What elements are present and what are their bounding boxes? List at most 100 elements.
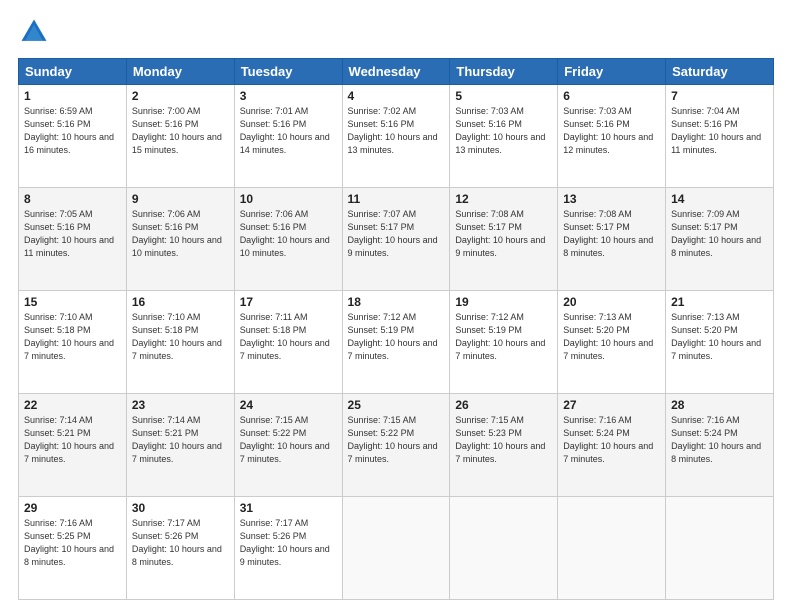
calendar-cell: 20 Sunrise: 7:13 AM Sunset: 5:20 PM Dayl… — [558, 291, 666, 394]
day-info: Sunrise: 7:10 AM Sunset: 5:18 PM Dayligh… — [24, 311, 121, 363]
day-info: Sunrise: 7:14 AM Sunset: 5:21 PM Dayligh… — [132, 414, 229, 466]
day-info: Sunrise: 7:16 AM Sunset: 5:24 PM Dayligh… — [671, 414, 768, 466]
day-number: 23 — [132, 398, 229, 412]
day-number: 13 — [563, 192, 660, 206]
calendar-cell: 10 Sunrise: 7:06 AM Sunset: 5:16 PM Dayl… — [234, 188, 342, 291]
calendar-cell — [666, 497, 774, 600]
day-number: 18 — [348, 295, 445, 309]
day-info: Sunrise: 7:15 AM Sunset: 5:22 PM Dayligh… — [240, 414, 337, 466]
day-number: 2 — [132, 89, 229, 103]
calendar-cell: 27 Sunrise: 7:16 AM Sunset: 5:24 PM Dayl… — [558, 394, 666, 497]
day-number: 28 — [671, 398, 768, 412]
day-info: Sunrise: 6:59 AM Sunset: 5:16 PM Dayligh… — [24, 105, 121, 157]
day-info: Sunrise: 7:09 AM Sunset: 5:17 PM Dayligh… — [671, 208, 768, 260]
day-number: 16 — [132, 295, 229, 309]
col-header-saturday: Saturday — [666, 59, 774, 85]
col-header-thursday: Thursday — [450, 59, 558, 85]
day-number: 5 — [455, 89, 552, 103]
calendar-cell — [450, 497, 558, 600]
day-info: Sunrise: 7:01 AM Sunset: 5:16 PM Dayligh… — [240, 105, 337, 157]
calendar-week-row: 8 Sunrise: 7:05 AM Sunset: 5:16 PM Dayli… — [19, 188, 774, 291]
calendar-cell: 1 Sunrise: 6:59 AM Sunset: 5:16 PM Dayli… — [19, 85, 127, 188]
calendar-cell: 14 Sunrise: 7:09 AM Sunset: 5:17 PM Dayl… — [666, 188, 774, 291]
day-info: Sunrise: 7:11 AM Sunset: 5:18 PM Dayligh… — [240, 311, 337, 363]
calendar-header-row: SundayMondayTuesdayWednesdayThursdayFrid… — [19, 59, 774, 85]
day-number: 14 — [671, 192, 768, 206]
day-info: Sunrise: 7:08 AM Sunset: 5:17 PM Dayligh… — [563, 208, 660, 260]
day-number: 20 — [563, 295, 660, 309]
calendar-cell: 21 Sunrise: 7:13 AM Sunset: 5:20 PM Dayl… — [666, 291, 774, 394]
calendar-cell: 4 Sunrise: 7:02 AM Sunset: 5:16 PM Dayli… — [342, 85, 450, 188]
day-number: 6 — [563, 89, 660, 103]
day-number: 27 — [563, 398, 660, 412]
day-info: Sunrise: 7:12 AM Sunset: 5:19 PM Dayligh… — [348, 311, 445, 363]
day-info: Sunrise: 7:06 AM Sunset: 5:16 PM Dayligh… — [240, 208, 337, 260]
day-info: Sunrise: 7:00 AM Sunset: 5:16 PM Dayligh… — [132, 105, 229, 157]
calendar-cell: 19 Sunrise: 7:12 AM Sunset: 5:19 PM Dayl… — [450, 291, 558, 394]
col-header-friday: Friday — [558, 59, 666, 85]
calendar-cell: 30 Sunrise: 7:17 AM Sunset: 5:26 PM Dayl… — [126, 497, 234, 600]
calendar-table: SundayMondayTuesdayWednesdayThursdayFrid… — [18, 58, 774, 600]
day-info: Sunrise: 7:14 AM Sunset: 5:21 PM Dayligh… — [24, 414, 121, 466]
day-number: 9 — [132, 192, 229, 206]
day-number: 15 — [24, 295, 121, 309]
day-info: Sunrise: 7:17 AM Sunset: 5:26 PM Dayligh… — [240, 517, 337, 569]
calendar-cell: 13 Sunrise: 7:08 AM Sunset: 5:17 PM Dayl… — [558, 188, 666, 291]
calendar-cell: 5 Sunrise: 7:03 AM Sunset: 5:16 PM Dayli… — [450, 85, 558, 188]
day-info: Sunrise: 7:07 AM Sunset: 5:17 PM Dayligh… — [348, 208, 445, 260]
calendar-cell: 25 Sunrise: 7:15 AM Sunset: 5:22 PM Dayl… — [342, 394, 450, 497]
calendar-week-row: 29 Sunrise: 7:16 AM Sunset: 5:25 PM Dayl… — [19, 497, 774, 600]
calendar-cell: 8 Sunrise: 7:05 AM Sunset: 5:16 PM Dayli… — [19, 188, 127, 291]
day-number: 1 — [24, 89, 121, 103]
day-info: Sunrise: 7:12 AM Sunset: 5:19 PM Dayligh… — [455, 311, 552, 363]
day-number: 26 — [455, 398, 552, 412]
calendar-cell: 28 Sunrise: 7:16 AM Sunset: 5:24 PM Dayl… — [666, 394, 774, 497]
calendar-week-row: 22 Sunrise: 7:14 AM Sunset: 5:21 PM Dayl… — [19, 394, 774, 497]
day-number: 19 — [455, 295, 552, 309]
day-number: 24 — [240, 398, 337, 412]
day-number: 30 — [132, 501, 229, 515]
calendar-cell: 22 Sunrise: 7:14 AM Sunset: 5:21 PM Dayl… — [19, 394, 127, 497]
day-number: 8 — [24, 192, 121, 206]
col-header-tuesday: Tuesday — [234, 59, 342, 85]
calendar-cell: 3 Sunrise: 7:01 AM Sunset: 5:16 PM Dayli… — [234, 85, 342, 188]
day-number: 3 — [240, 89, 337, 103]
day-info: Sunrise: 7:10 AM Sunset: 5:18 PM Dayligh… — [132, 311, 229, 363]
calendar-cell: 7 Sunrise: 7:04 AM Sunset: 5:16 PM Dayli… — [666, 85, 774, 188]
day-number: 31 — [240, 501, 337, 515]
day-info: Sunrise: 7:06 AM Sunset: 5:16 PM Dayligh… — [132, 208, 229, 260]
header — [18, 16, 774, 48]
calendar-cell: 23 Sunrise: 7:14 AM Sunset: 5:21 PM Dayl… — [126, 394, 234, 497]
calendar-cell: 6 Sunrise: 7:03 AM Sunset: 5:16 PM Dayli… — [558, 85, 666, 188]
day-info: Sunrise: 7:15 AM Sunset: 5:23 PM Dayligh… — [455, 414, 552, 466]
day-info: Sunrise: 7:13 AM Sunset: 5:20 PM Dayligh… — [563, 311, 660, 363]
day-number: 12 — [455, 192, 552, 206]
calendar-cell: 18 Sunrise: 7:12 AM Sunset: 5:19 PM Dayl… — [342, 291, 450, 394]
day-info: Sunrise: 7:15 AM Sunset: 5:22 PM Dayligh… — [348, 414, 445, 466]
day-info: Sunrise: 7:16 AM Sunset: 5:25 PM Dayligh… — [24, 517, 121, 569]
day-number: 4 — [348, 89, 445, 103]
day-info: Sunrise: 7:08 AM Sunset: 5:17 PM Dayligh… — [455, 208, 552, 260]
day-info: Sunrise: 7:04 AM Sunset: 5:16 PM Dayligh… — [671, 105, 768, 157]
day-number: 22 — [24, 398, 121, 412]
day-number: 7 — [671, 89, 768, 103]
logo — [18, 16, 54, 48]
calendar-cell: 15 Sunrise: 7:10 AM Sunset: 5:18 PM Dayl… — [19, 291, 127, 394]
page: SundayMondayTuesdayWednesdayThursdayFrid… — [0, 0, 792, 612]
calendar-cell: 11 Sunrise: 7:07 AM Sunset: 5:17 PM Dayl… — [342, 188, 450, 291]
day-info: Sunrise: 7:16 AM Sunset: 5:24 PM Dayligh… — [563, 414, 660, 466]
calendar-cell — [342, 497, 450, 600]
calendar-cell: 17 Sunrise: 7:11 AM Sunset: 5:18 PM Dayl… — [234, 291, 342, 394]
calendar-cell: 16 Sunrise: 7:10 AM Sunset: 5:18 PM Dayl… — [126, 291, 234, 394]
calendar-cell: 24 Sunrise: 7:15 AM Sunset: 5:22 PM Dayl… — [234, 394, 342, 497]
day-info: Sunrise: 7:17 AM Sunset: 5:26 PM Dayligh… — [132, 517, 229, 569]
day-info: Sunrise: 7:05 AM Sunset: 5:16 PM Dayligh… — [24, 208, 121, 260]
day-number: 25 — [348, 398, 445, 412]
col-header-wednesday: Wednesday — [342, 59, 450, 85]
calendar-cell: 9 Sunrise: 7:06 AM Sunset: 5:16 PM Dayli… — [126, 188, 234, 291]
col-header-monday: Monday — [126, 59, 234, 85]
calendar-cell: 31 Sunrise: 7:17 AM Sunset: 5:26 PM Dayl… — [234, 497, 342, 600]
day-number: 10 — [240, 192, 337, 206]
calendar-week-row: 15 Sunrise: 7:10 AM Sunset: 5:18 PM Dayl… — [19, 291, 774, 394]
day-info: Sunrise: 7:02 AM Sunset: 5:16 PM Dayligh… — [348, 105, 445, 157]
